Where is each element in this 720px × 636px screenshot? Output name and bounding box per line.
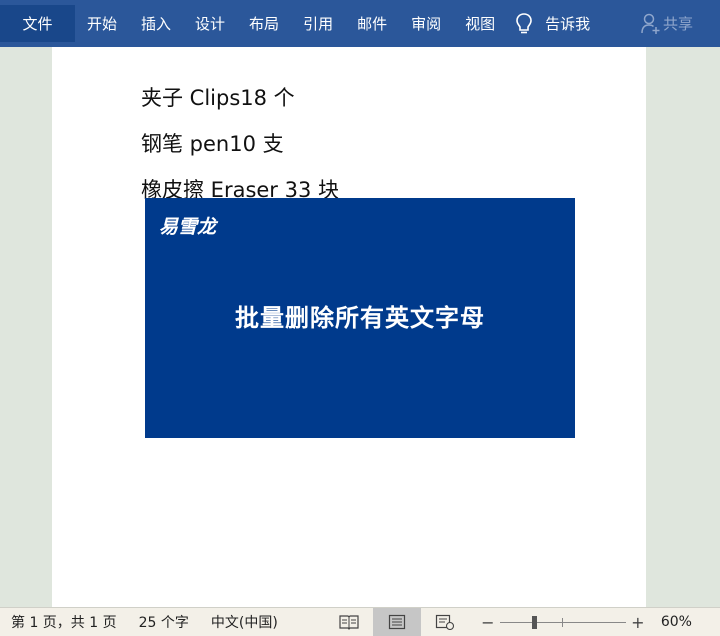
zoom-slider[interactable] [499,614,626,630]
overlay-banner: 易雪龙 批量删除所有英文字母 [145,198,575,438]
tab-2[interactable]: 插入 [129,0,183,47]
tell-me-label: 告诉我 [545,15,591,33]
web-layout-button[interactable] [421,608,469,636]
zoom-in-button[interactable]: + [629,613,647,632]
document-area[interactable]: 夹子 Clips18 个钢笔 pen10 支橡皮擦 Eraser 33 块 易雪… [0,47,720,607]
zoom-control: − + 60% [479,613,692,632]
web-layout-icon [435,614,454,630]
status-bar: 第 1 页，共 1 页 25 个字 中文(中国) − + 60% [0,607,720,636]
ribbon-tabs: 文件 开始 插入 设计 布局 引用 邮件 审阅 视图 [0,0,507,47]
share-button[interactable]: 共享 [641,0,693,47]
zoom-slider-thumb[interactable] [532,616,538,629]
read-mode-button[interactable] [325,608,373,636]
tell-me-button[interactable]: 告诉我 [515,12,590,36]
brand-logo: 易雪龙 [159,216,217,238]
document-line[interactable]: 夹子 Clips18 个 [141,83,339,129]
tab-5[interactable]: 引用 [291,0,345,47]
read-mode-icon [339,615,359,630]
tab-file[interactable]: 文件 [0,5,75,42]
ribbon-tab-bar: 文件 开始 插入 设计 布局 引用 邮件 审阅 视图 告诉我 共享 [0,0,720,47]
print-layout-button[interactable] [372,608,421,636]
zoom-slider-center-tick [561,618,563,627]
tab-3[interactable]: 设计 [183,0,237,47]
tab-1[interactable]: 开始 [75,0,129,47]
banner-headline: 批量删除所有英文字母 [235,304,485,332]
lightbulb-icon [516,12,532,33]
share-person-icon [641,13,660,34]
document-line[interactable]: 钢笔 pen10 支 [141,129,339,175]
zoom-slider-track [499,622,626,623]
language-indicator[interactable]: 中文(中国) [200,612,289,632]
tab-6[interactable]: 邮件 [345,0,399,47]
share-label: 共享 [662,15,693,33]
print-layout-icon [388,614,405,630]
zoom-out-button[interactable]: − [479,613,497,632]
tab-7[interactable]: 审阅 [399,0,453,47]
word-count[interactable]: 25 个字 [128,612,200,632]
page-count[interactable]: 第 1 页，共 1 页 [0,612,128,632]
zoom-percent[interactable]: 60% [661,614,692,630]
tab-8[interactable]: 视图 [453,0,507,47]
tab-4[interactable]: 布局 [237,0,291,47]
